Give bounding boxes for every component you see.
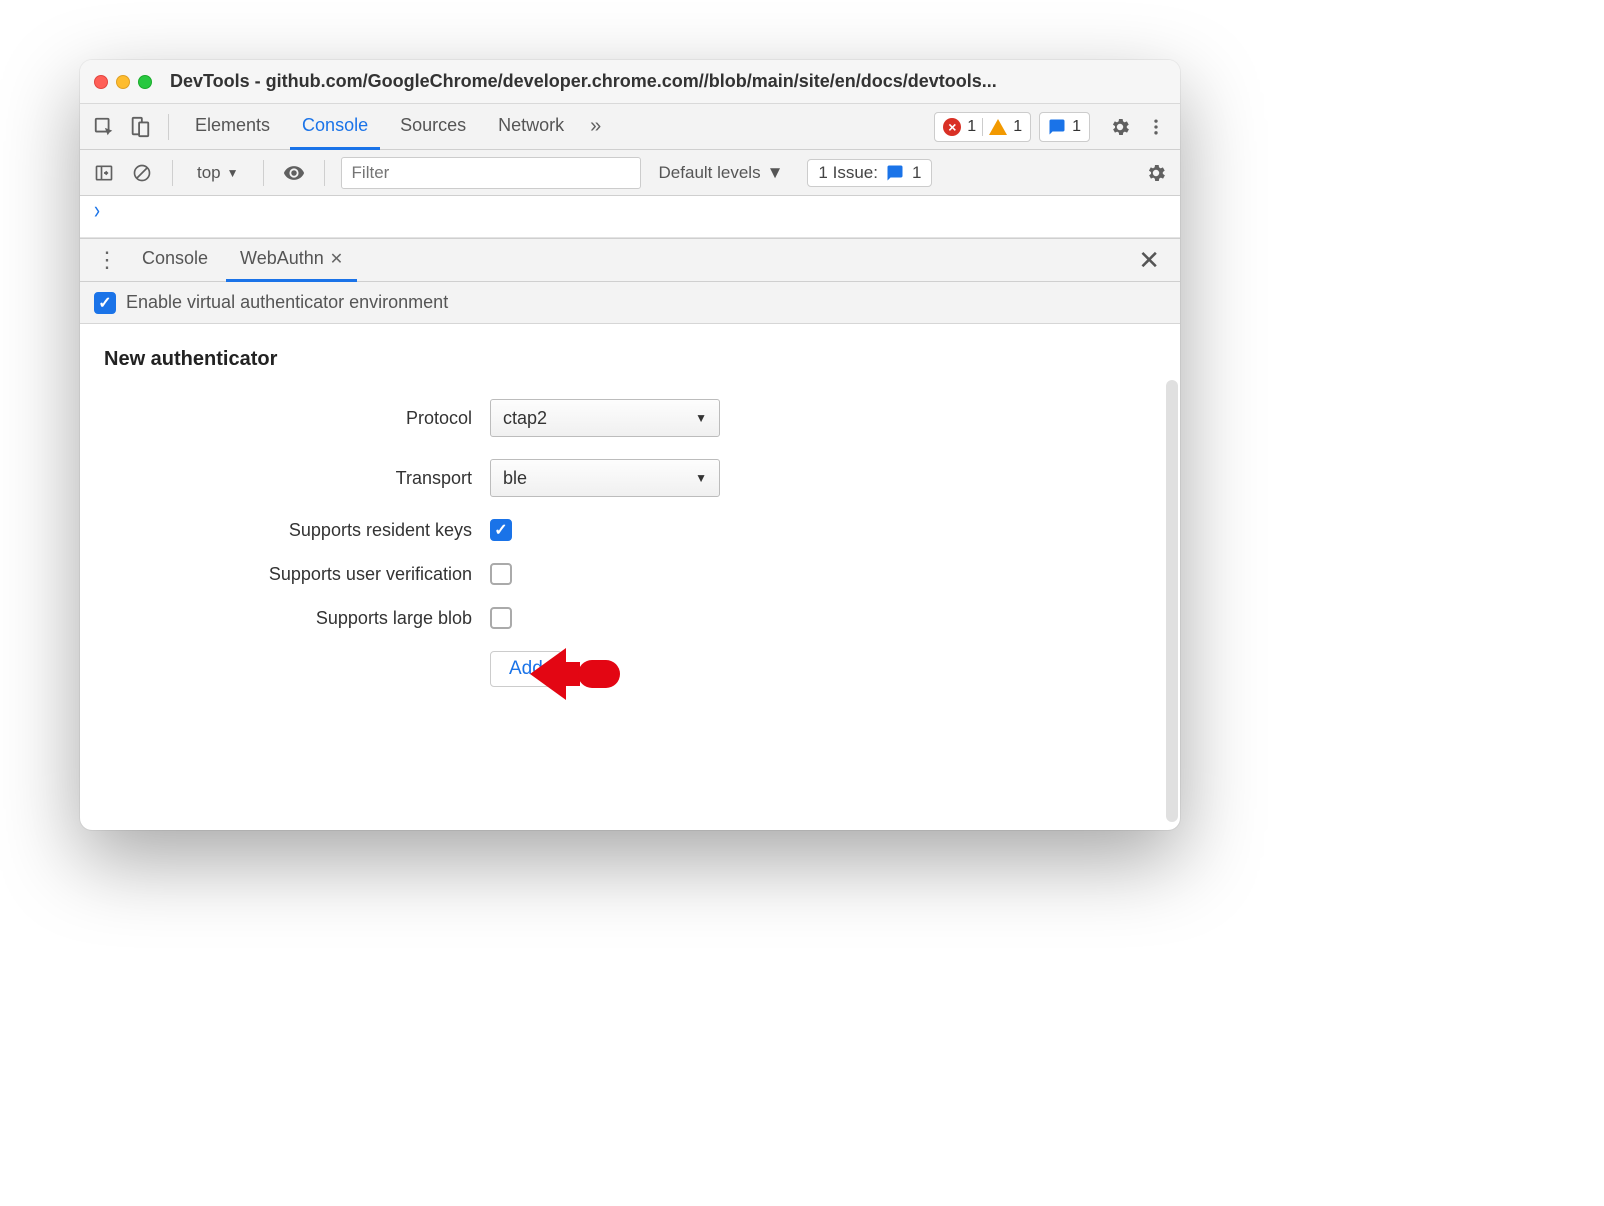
- clear-console-icon[interactable]: [128, 159, 156, 187]
- divider: [324, 160, 325, 186]
- enable-virtual-authenticator-checkbox[interactable]: [94, 292, 116, 314]
- scrollbar[interactable]: [1166, 380, 1178, 822]
- user-verification-label: Supports user verification: [100, 564, 490, 585]
- drawer-tab-label: Console: [142, 248, 208, 269]
- transport-label: Transport: [100, 468, 490, 489]
- close-tab-icon[interactable]: ✕: [330, 249, 343, 269]
- window-controls: [94, 75, 152, 89]
- divider: [263, 160, 264, 186]
- prompt-caret-icon: ›: [94, 196, 100, 225]
- user-verification-row: Supports user verification: [100, 563, 1160, 585]
- more-menu-icon[interactable]: [1142, 113, 1170, 141]
- dropdown-icon: ▼: [695, 411, 707, 425]
- log-levels-selector[interactable]: Default levels ▼: [659, 163, 784, 183]
- resident-keys-label: Supports resident keys: [100, 520, 490, 541]
- tab-console[interactable]: Console: [290, 104, 380, 150]
- warning-count: 1: [1013, 118, 1022, 136]
- close-drawer-icon[interactable]: ✕: [1128, 245, 1170, 276]
- console-settings-icon[interactable]: [1142, 159, 1170, 187]
- add-row: Add: [100, 651, 1160, 687]
- console-sidebar-toggle-icon[interactable]: [90, 159, 118, 187]
- add-button[interactable]: Add: [490, 651, 562, 687]
- tab-elements[interactable]: Elements: [183, 104, 282, 150]
- device-toggle-icon[interactable]: [126, 113, 154, 141]
- context-selector[interactable]: top ▼: [189, 163, 247, 183]
- tab-network[interactable]: Network: [486, 104, 576, 150]
- issue-icon: [1048, 118, 1066, 136]
- titlebar: DevTools - github.com/GoogleChrome/devel…: [80, 60, 1180, 104]
- issues-badge[interactable]: 1: [1039, 112, 1090, 142]
- drawer-tab-console[interactable]: Console: [128, 238, 222, 282]
- settings-icon[interactable]: [1106, 113, 1134, 141]
- filter-input[interactable]: [341, 157, 641, 189]
- maximize-window-button[interactable]: [138, 75, 152, 89]
- warning-icon: [989, 119, 1007, 135]
- issues-label: 1 Issue:: [818, 163, 878, 183]
- transport-select[interactable]: ble ▼: [490, 459, 720, 497]
- minimize-window-button[interactable]: [116, 75, 130, 89]
- dropdown-icon: ▼: [767, 163, 784, 183]
- drawer-tab-strip: ⋮ Console WebAuthn ✕ ✕: [80, 238, 1180, 282]
- protocol-row: Protocol ctap2 ▼: [100, 399, 1160, 437]
- large-blob-label: Supports large blob: [100, 608, 490, 629]
- error-count: 1: [967, 118, 976, 136]
- main-tab-strip: Elements Console Sources Network » 1 1 1: [80, 104, 1180, 150]
- issues-link[interactable]: 1 Issue: 1: [807, 159, 932, 187]
- new-authenticator-form: New authenticator Protocol ctap2 ▼ Trans…: [80, 324, 1180, 830]
- transport-row: Transport ble ▼: [100, 459, 1160, 497]
- console-output-area[interactable]: ›: [80, 196, 1180, 238]
- divider: [172, 160, 173, 186]
- large-blob-checkbox[interactable]: [490, 607, 512, 629]
- resident-keys-row: Supports resident keys: [100, 519, 1160, 541]
- issues-count: 1: [912, 163, 921, 183]
- form-title: New authenticator: [104, 348, 1160, 371]
- live-expression-icon[interactable]: [280, 159, 308, 187]
- protocol-select[interactable]: ctap2 ▼: [490, 399, 720, 437]
- window-title: DevTools - github.com/GoogleChrome/devel…: [170, 71, 1166, 92]
- protocol-label: Protocol: [100, 408, 490, 429]
- drawer-tab-label: WebAuthn: [240, 248, 324, 269]
- issues-count: 1: [1072, 118, 1081, 136]
- drawer-more-icon[interactable]: ⋮: [90, 247, 124, 273]
- user-verification-checkbox[interactable]: [490, 563, 512, 585]
- large-blob-row: Supports large blob: [100, 607, 1160, 629]
- context-value: top: [197, 163, 221, 183]
- dropdown-icon: ▼: [227, 166, 239, 180]
- divider: [168, 114, 169, 140]
- error-warning-badge[interactable]: 1 1: [934, 112, 1031, 142]
- enable-virtual-authenticator-row: Enable virtual authenticator environment: [80, 282, 1180, 324]
- more-tabs-icon[interactable]: »: [584, 115, 607, 138]
- error-icon: [943, 118, 961, 136]
- enable-label: Enable virtual authenticator environment: [126, 292, 448, 313]
- devtools-window: DevTools - github.com/GoogleChrome/devel…: [80, 60, 1180, 830]
- drawer-tab-webauthn[interactable]: WebAuthn ✕: [226, 238, 357, 282]
- dropdown-icon: ▼: [695, 471, 707, 485]
- close-window-button[interactable]: [94, 75, 108, 89]
- resident-keys-checkbox[interactable]: [490, 519, 512, 541]
- transport-value: ble: [503, 468, 527, 489]
- inspect-element-icon[interactable]: [90, 113, 118, 141]
- levels-label: Default levels: [659, 163, 761, 183]
- console-toolbar: top ▼ Default levels ▼ 1 Issue: 1: [80, 150, 1180, 196]
- protocol-value: ctap2: [503, 408, 547, 429]
- issue-icon: [886, 164, 904, 182]
- tab-sources[interactable]: Sources: [388, 104, 478, 150]
